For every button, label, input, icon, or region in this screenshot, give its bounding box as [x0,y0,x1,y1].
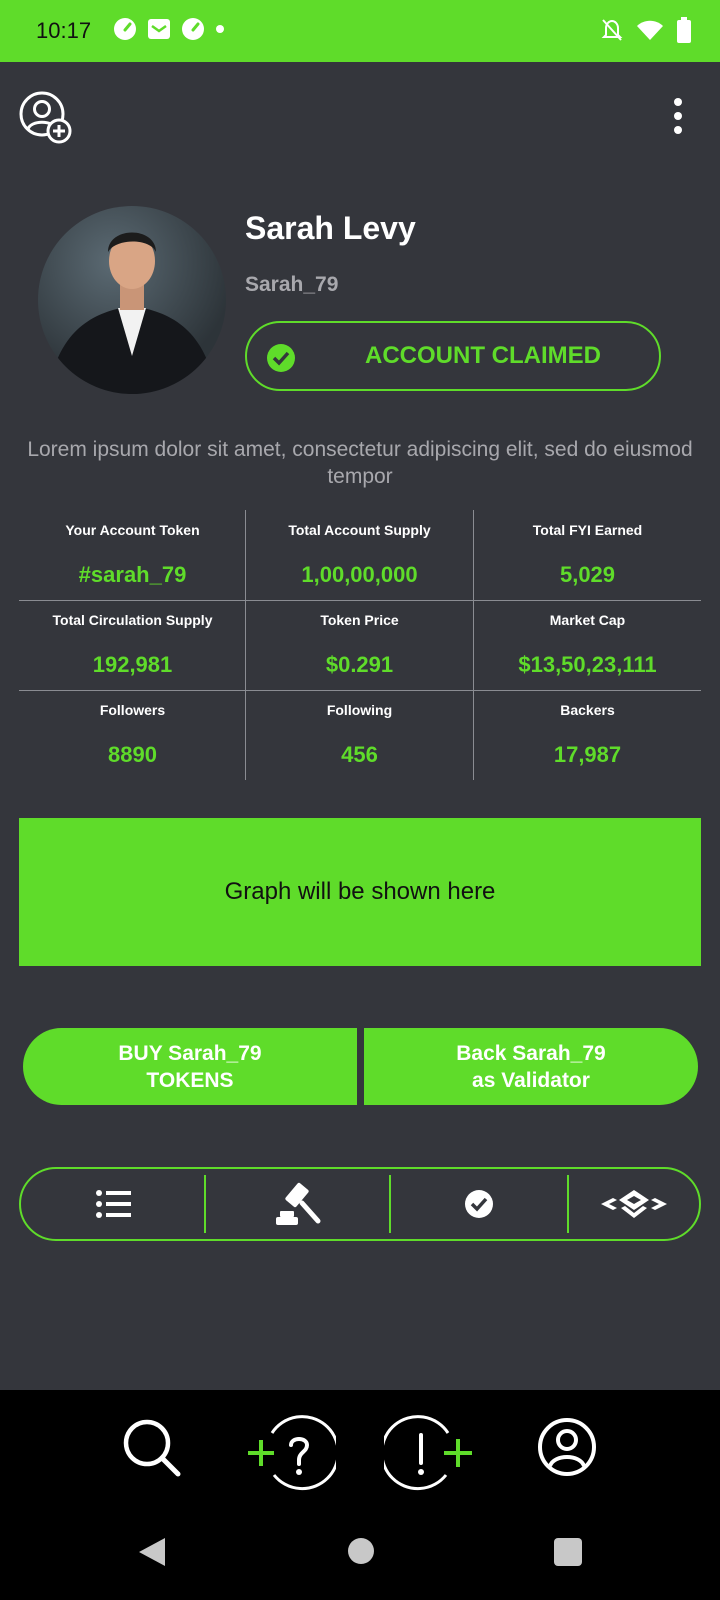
stat-label: Total Account Supply [288,522,431,538]
grid-divider [19,690,701,691]
ask-question-icon [248,1415,340,1491]
stat-account-token: Your Account Token #sarah_79 [19,510,246,600]
mail-icon [148,19,170,39]
profile-name: Sarah Levy [245,210,416,246]
tab-verified[interactable] [391,1169,567,1239]
stat-value: $13,50,23,111 [518,652,657,677]
more-vertical-icon [674,98,682,134]
battery-icon [677,17,691,43]
status-time: 10:17 [36,18,92,43]
profile-photo [48,232,216,394]
list-icon [96,1190,131,1218]
stat-value: #sarah_79 [78,562,187,587]
stat-total-fyi-earned: Total FYI Earned 5,029 [474,510,701,600]
layers-icon [601,1190,667,1218]
avatar [38,206,226,394]
grid-divider [473,510,474,780]
system-home-button[interactable] [347,1537,375,1570]
stat-label: Total FYI Earned [532,522,643,538]
stat-label: Backers [560,702,615,718]
stat-value: 8890 [108,742,157,767]
stat-value: 17,987 [553,742,622,767]
stat-followers: Followers 8890 [19,690,246,780]
system-back-button[interactable] [137,1536,167,1573]
profile-handle: Sarah_79 [245,273,339,296]
check-circle-icon [465,1190,493,1218]
stat-circulation-supply: Total Circulation Supply 192,981 [19,600,246,690]
nav-add-alert-button[interactable] [380,1415,476,1496]
buy-tokens-label-line1: BUY Sarah_79 [118,1041,262,1065]
system-recents-button[interactable] [553,1537,583,1572]
grid-divider [19,600,701,601]
nav-search-button[interactable] [121,1417,183,1484]
buy-tokens-label-line2: TOKENS [146,1068,234,1092]
status-system-icons [600,17,692,43]
wifi-icon [637,20,663,40]
tab-layers[interactable] [569,1169,699,1239]
speedometer-icon [114,18,136,40]
recents-icon [554,1538,582,1566]
add-user-button[interactable] [18,90,74,146]
stat-backers: Backers 17,987 [474,690,701,780]
tab-list[interactable] [21,1169,205,1239]
add-alert-icon [380,1415,472,1491]
back-as-validator-button[interactable]: Back Sarah_79as Validator [364,1028,698,1105]
grid-divider [245,510,246,780]
status-bar: 10:17 [0,0,720,62]
profile-icon [538,1418,596,1476]
stat-label: Followers [99,702,166,718]
nav-profile-button[interactable] [537,1417,597,1482]
profile-tab-bar [19,1167,701,1241]
stat-value: 1,00,00,000 [301,562,418,587]
more-options-button[interactable] [666,96,690,136]
account-claimed-label: ACCOUNT CLAIMED [365,342,601,369]
dot-icon [216,25,224,33]
stat-value: 456 [341,742,378,767]
stat-label: Total Circulation Supply [52,612,213,628]
graph-placeholder-text: Graph will be shown here [224,878,496,905]
stat-market-cap: Market Cap $13,50,23,111 [474,600,701,690]
stats-grid: Your Account Token #sarah_79 Total Accoun… [19,510,701,780]
graph-placeholder: Graph will be shown here [19,818,701,966]
stat-value: $0.291 [325,652,394,677]
back-validator-label-line1: Back Sarah_79 [456,1041,606,1065]
buy-tokens-button[interactable]: BUY Sarah_79 TOKENS [23,1028,357,1105]
stat-value: 192,981 [92,652,173,677]
stat-total-account-supply: Total Account Supply 1,00,00,000 [246,510,473,600]
back-validator-label: Back Sarah_79as Validator [456,1040,605,1094]
nav-ask-question-button[interactable] [244,1415,340,1496]
profile-bio: Lorem ipsum dolor sit amet, consectetur … [27,438,693,488]
gavel-icon [276,1182,321,1225]
account-claimed-badge: ACCOUNT CLAIMED [245,321,661,391]
tab-auction[interactable] [206,1169,390,1239]
stat-token-price: Token Price $0.291 [246,600,473,690]
stat-label: Following [326,702,393,718]
stat-label: Your Account Token [65,522,200,538]
search-icon [123,1419,181,1477]
add-user-icon [19,91,72,144]
status-notification-icons [113,17,225,41]
home-icon [348,1538,374,1564]
speedometer-icon [182,18,204,40]
stat-value: 5,029 [559,562,616,587]
stat-following: Following 456 [246,690,473,780]
back-icon [139,1538,165,1566]
buy-tokens-label: BUY Sarah_79 TOKENS [118,1040,261,1094]
back-validator-label-line2: as Validator [472,1068,590,1092]
stat-label: Market Cap [549,612,626,628]
stat-label: Token Price [320,612,399,628]
bell-off-icon [601,19,623,41]
